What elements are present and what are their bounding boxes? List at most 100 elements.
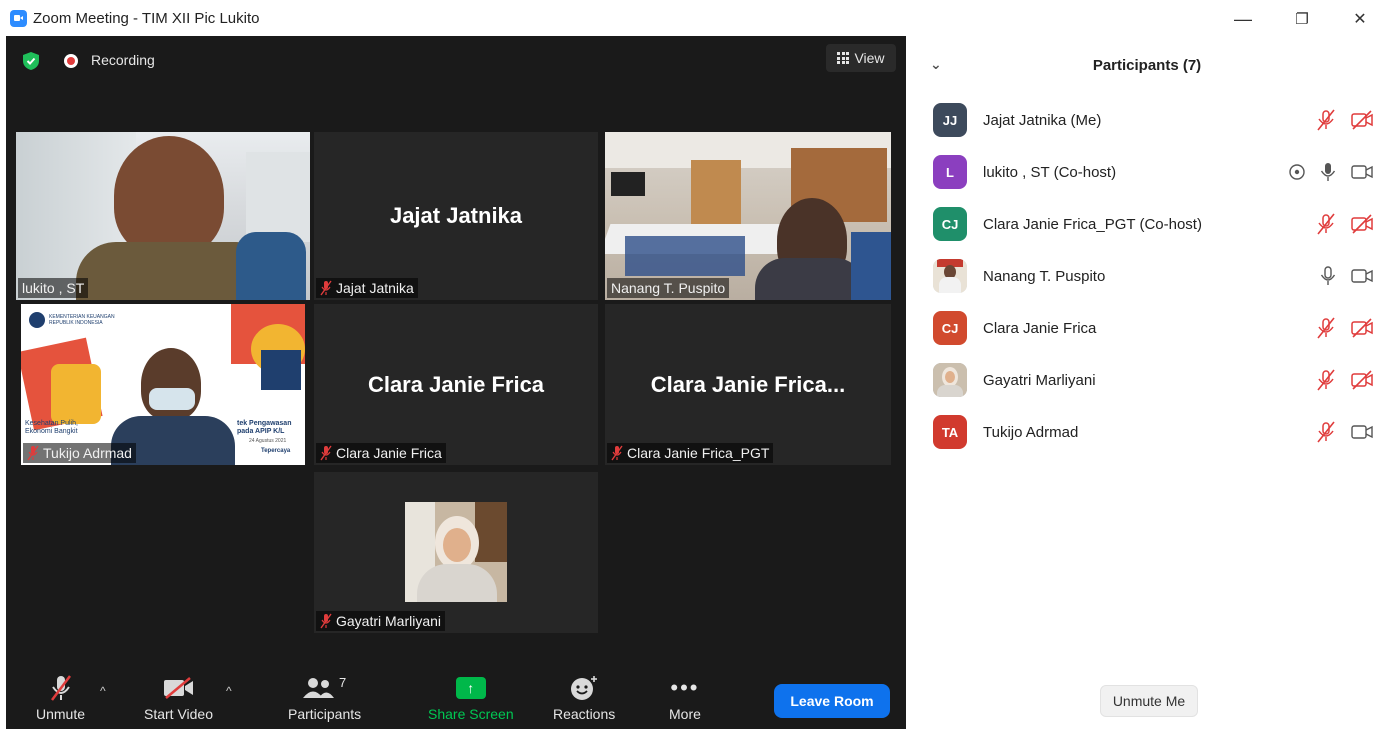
tile-name: Jajat Jatnika [336,280,414,296]
tile-name: lukito , ST [22,280,85,296]
video-tile-clara-pgt[interactable]: Clara Janie Frica... Clara Janie Frica_P… [605,304,891,465]
video-tile-jajat[interactable]: Jajat Jatnika Jajat Jatnika [314,132,598,300]
slide-right-text: tek Pengawasan pada APIP K/L [237,420,292,435]
tile-name: Tukijo Adrmad [43,445,132,461]
avatar: CJ [933,311,967,345]
participant-name: Gayatri Marliyani [983,371,1096,389]
avatar-photo [933,259,967,293]
participant-name: lukito , ST (Co-host) [983,163,1117,181]
video-tile-tukijo[interactable]: KEMENTERIAN KEUANGAN REPUBLIK INDONESIA … [21,304,305,465]
avatar-photo [933,363,967,397]
video-icon[interactable] [1350,265,1374,287]
slide-footer: Tepercaya [261,448,291,454]
mic-icon[interactable] [1320,265,1336,287]
minimize-button[interactable]: — [1223,6,1263,32]
participant-row[interactable]: CJ Clara Janie Frica [906,302,1388,354]
view-button[interactable]: View [826,44,896,72]
meeting-toolbar: Unmute ^ Start Video ^ 7 Participants ↑ … [6,664,906,729]
participants-icon [302,678,334,698]
view-label: View [854,50,885,66]
reactions-label: Reactions [553,706,616,722]
participants-label: Participants [288,706,362,722]
share-screen-button[interactable]: ↑ Share Screen [428,670,514,722]
tile-big-name: Clara Janie Frica [367,371,545,397]
participant-name: Nanang T. Puspito [983,267,1106,285]
avatar: TA [933,415,967,449]
meeting-view: Recording View lukito , ST Jajat Jatnika [6,36,906,729]
participant-row[interactable]: Nanang T. Puspito [906,250,1388,302]
mic-muted-icon[interactable] [1316,369,1336,391]
tile-big-name: Jajat Jatnika [389,203,523,228]
mic-muted-icon [611,445,623,461]
slide-date: 24 Agustus 2021 [249,438,287,444]
audio-options-caret-icon[interactable]: ^ [100,684,106,698]
participants-button[interactable]: 7 Participants [288,670,362,723]
video-feed [605,132,891,300]
tile-name-tag: Tukijo Adrmad [23,443,136,463]
tile-name-tag: Jajat Jatnika [316,278,418,298]
slide-left-text: Kesehatan Pulih, Ekonomi Bangkit [25,420,78,435]
video-off-icon[interactable] [1350,109,1374,131]
collapse-chevron-icon[interactable]: ⌄ [930,56,942,73]
mic-icon[interactable] [1320,161,1336,183]
participant-row[interactable]: L lukito , ST (Co-host) [906,146,1388,198]
leave-room-button[interactable]: Leave Room [774,684,890,718]
video-options-caret-icon[interactable]: ^ [226,684,232,698]
video-feed: KEMENTERIAN KEUANGAN REPUBLIK INDONESIA … [21,304,305,465]
tile-name: Gayatri Marliyani [336,613,442,629]
unmute-button[interactable]: Unmute [36,670,85,722]
mic-muted-icon[interactable] [1316,421,1336,443]
tile-name-tag: Clara Janie Frica [316,443,446,463]
video-off-icon[interactable] [1350,369,1374,391]
zoom-logo-icon [10,10,27,27]
participant-row[interactable]: TA Tukijo Adrmad [906,406,1388,458]
participant-list: JJ Jajat Jatnika (Me) L lukito , ST (Co-… [906,94,1388,458]
participant-name: Tukijo Adrmad [983,423,1079,441]
close-button[interactable]: ✕ [1340,6,1380,32]
encryption-shield-icon[interactable] [23,52,39,70]
mic-muted-icon[interactable] [1316,109,1336,131]
more-button[interactable]: ••• More [669,670,701,722]
tile-big-name: Clara Janie Frica... [650,371,846,397]
participant-name: Clara Janie Frica [983,319,1097,337]
video-tile-nanang[interactable]: Nanang T. Puspito [605,132,891,300]
video-icon[interactable] [1350,161,1374,183]
tile-name-tag: Gayatri Marliyani [316,611,446,631]
participants-header: ⌄ Participants (7) [906,36,1388,94]
video-tile-gayatri[interactable]: Gayatri Marliyani [314,472,598,633]
mic-muted-icon[interactable] [1316,317,1336,339]
tile-name-tag: lukito , ST [18,278,89,298]
tile-name: Nanang T. Puspito [611,280,726,296]
video-off-icon[interactable] [1350,317,1374,339]
tile-name-tag: Clara Janie Frica_PGT [607,443,774,463]
restore-button[interactable]: ❐ [1282,6,1322,32]
video-tile-clara[interactable]: Clara Janie Frica Clara Janie Frica [314,304,598,465]
mic-muted-icon [320,280,332,296]
more-dots-icon: ••• [670,675,700,700]
reactions-button[interactable]: Reactions [553,670,615,722]
slide-ministry: KEMENTERIAN KEUANGAN REPUBLIK INDONESIA [49,314,115,326]
participant-row[interactable]: JJ Jajat Jatnika (Me) [906,94,1388,146]
participant-name: Jajat Jatnika (Me) [983,111,1102,129]
participants-count: 7 [338,674,347,690]
participants-title: Participants (7) [1092,56,1202,74]
participant-row[interactable]: CJ Clara Janie Frica_PGT (Co-host) [906,198,1388,250]
video-icon[interactable] [1350,421,1374,443]
video-off-icon [163,677,193,699]
participant-row[interactable]: Gayatri Marliyani [906,354,1388,406]
unmute-me-button[interactable]: Unmute Me [1100,685,1198,717]
mic-muted-icon [27,445,39,461]
video-off-icon[interactable] [1350,213,1374,235]
grid-icon [837,52,850,64]
avatar: L [933,155,967,189]
avatar: CJ [933,207,967,241]
video-tile-lukito[interactable]: lukito , ST [16,132,310,300]
reactions-smiley-icon [571,676,598,700]
profile-photo [405,502,507,602]
tile-name: Clara Janie Frica_PGT [627,445,770,461]
start-video-button[interactable]: Start Video [144,670,213,722]
recording-label: Recording [91,52,155,68]
title-bar: Zoom Meeting - TIM XII Pic Lukito — ❐ ✕ [0,0,1388,36]
mic-muted-icon [320,445,332,461]
mic-muted-icon[interactable] [1316,213,1336,235]
